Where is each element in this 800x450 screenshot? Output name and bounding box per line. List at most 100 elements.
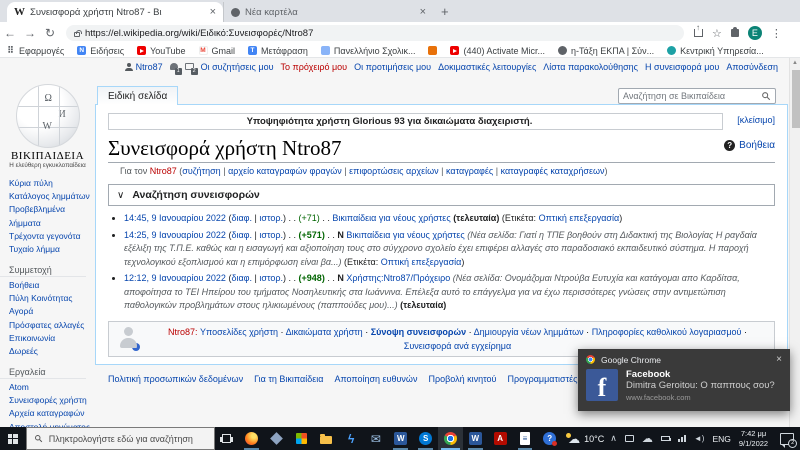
- sidebar-item-atom[interactable]: Atom: [9, 381, 95, 394]
- taskbar-word[interactable]: [388, 427, 413, 450]
- taskbar-word-2[interactable]: [463, 427, 488, 450]
- language-indicator[interactable]: ENG: [712, 434, 730, 444]
- site-notice-text[interactable]: Υποψηφιότητα χρήστη Glorious 93 για δικα…: [108, 113, 723, 130]
- wikipedia-wordmark[interactable]: ΒΙΚΙΠΑΙΔΕΙΑ: [0, 150, 95, 162]
- mobile-view-link[interactable]: Προβολή κινητού: [428, 374, 496, 384]
- battery-icon[interactable]: [661, 436, 670, 441]
- share-icon[interactable]: [694, 29, 703, 37]
- bookmark-eclass[interactable]: η-Τάξη ΕΚΠΑ | Σύν...: [558, 46, 654, 56]
- page-link[interactable]: Χρήστης:Ntro87/Πρόχειρο: [346, 273, 450, 283]
- scrollbar[interactable]: ▲: [789, 58, 800, 427]
- bookmark-translate[interactable]: TΜετάφραση: [248, 46, 308, 56]
- subpages-link[interactable]: Υποσελίδες χρήστη: [200, 327, 278, 337]
- back-icon[interactable]: ←: [0, 26, 20, 40]
- close-icon[interactable]: ×: [420, 6, 426, 18]
- taskbar-bolt-app[interactable]: ϟ: [339, 427, 364, 450]
- scroll-up-icon[interactable]: ▲: [790, 58, 800, 69]
- edit-summary-link[interactable]: Σύνοψη συνεισφορών: [371, 327, 466, 337]
- bookmark-school-network[interactable]: Πανελλήνιο Σχολικ...: [321, 46, 416, 56]
- developers-link[interactable]: Προγραμματιστές: [507, 374, 577, 384]
- volume-icon[interactable]: ◄): [694, 434, 705, 443]
- task-view-button[interactable]: [215, 427, 240, 450]
- tab-special-page[interactable]: Ειδική σελίδα: [97, 86, 178, 105]
- logout-link[interactable]: Αποσύνδεση: [726, 62, 778, 72]
- network-icon[interactable]: [678, 435, 686, 442]
- my-sandbox-link[interactable]: Το πρόχειρό μου: [281, 62, 348, 72]
- abuse-log-link[interactable]: καταγραφές καταχρήσεων: [501, 166, 605, 176]
- taskbar-mail[interactable]: ✉: [364, 427, 389, 450]
- logs-link[interactable]: καταγραφές: [446, 166, 493, 176]
- taskbar-weather[interactable]: ☁ 10°C: [562, 432, 610, 446]
- site-notice-close-link[interactable]: [κλείσιμο]: [737, 115, 775, 125]
- onedrive-icon[interactable]: ☁: [642, 432, 653, 445]
- taskbar-chrome[interactable]: [438, 427, 463, 450]
- reload-icon[interactable]: ↻: [40, 26, 60, 40]
- talk-link[interactable]: συζήτηση: [182, 166, 220, 176]
- preferences-link[interactable]: Οι προτιμήσεις μου: [354, 62, 431, 72]
- tab-new-tab[interactable]: Νέα καρτέλα ×: [223, 2, 433, 22]
- disclaimer-link[interactable]: Αποποίηση ευθυνών: [334, 374, 417, 384]
- bookmark-news[interactable]: NΕιδήσεις: [77, 46, 124, 56]
- bookmark-activate[interactable]: (440) Activate Micr...: [450, 46, 545, 56]
- tag-link[interactable]: Οπτική επεξεργασία: [539, 213, 620, 223]
- beta-features-link[interactable]: Δοκιμαστικές λειτουργίες: [438, 62, 536, 72]
- target-user-link[interactable]: Ntro87: [150, 166, 177, 176]
- wiki-search-input[interactable]: [623, 91, 757, 101]
- notifications-bell-button[interactable]: 1: [170, 62, 178, 72]
- user-page-link[interactable]: Ntro87: [125, 62, 163, 72]
- address-bar[interactable]: https://el.wikipedia.org/wiki/Ειδικό:Συν…: [66, 25, 684, 41]
- about-wikipedia-link[interactable]: Για τη Βικιπαίδεια: [254, 374, 323, 384]
- articles-created-link[interactable]: Δημιουργία νέων λημμάτων: [474, 327, 584, 337]
- sidebar-item-contents[interactable]: Κατάλογος λημμάτων: [9, 190, 95, 203]
- diff-link[interactable]: διαφ.: [231, 213, 252, 223]
- diff-link[interactable]: διαφ.: [231, 230, 252, 240]
- sidebar-item-agora[interactable]: Αγορά: [9, 305, 95, 318]
- bookmark-folder-icon-only[interactable]: [428, 46, 437, 55]
- browser-menu-icon[interactable]: ⋮: [771, 27, 782, 40]
- scrollbar-thumb[interactable]: [792, 70, 800, 128]
- page-link[interactable]: Βικιπαίδεια για νέους χρήστες: [346, 230, 464, 240]
- taskbar-file-explorer[interactable]: [314, 427, 339, 450]
- sidebar-item-help[interactable]: Βοήθεια: [9, 279, 95, 292]
- bookmark-gmail[interactable]: MGmail: [199, 46, 236, 56]
- tab-wikipedia[interactable]: W Συνεισφορά χρήστη Ntro87 - Βι ×: [7, 2, 223, 22]
- history-link[interactable]: ιστορ.: [259, 230, 283, 240]
- help-link[interactable]: Βοήθεια: [724, 140, 775, 151]
- taskbar-skype[interactable]: [413, 427, 438, 450]
- timestamp-link[interactable]: 14:45, 9 Ιανουαρίου 2022: [124, 213, 226, 223]
- taskbar-store[interactable]: [289, 427, 314, 450]
- sidebar-item-contact[interactable]: Επικοινωνία: [9, 332, 95, 345]
- forward-icon[interactable]: →: [20, 26, 40, 40]
- start-button[interactable]: [0, 427, 26, 450]
- taskbar-acrobat[interactable]: [488, 427, 513, 450]
- taskbar-firefox[interactable]: [239, 427, 264, 450]
- watchlist-link[interactable]: Λίστα παρακολούθησης: [543, 62, 638, 72]
- close-icon[interactable]: ×: [210, 6, 216, 18]
- bookmark-central-service[interactable]: Κεντρική Υπηρεσία...: [667, 46, 764, 56]
- sidebar-item-logs[interactable]: Αρχεία καταγραφών: [9, 407, 95, 420]
- bookmark-youtube[interactable]: YouTube: [137, 46, 185, 56]
- profile-avatar[interactable]: E: [748, 26, 762, 40]
- chrome-notification-toast[interactable]: Google Chrome × Facebook Dimitra Geroito…: [578, 349, 790, 411]
- notices-tray-button[interactable]: 2: [185, 62, 194, 72]
- wiki-search-box[interactable]: [618, 88, 776, 104]
- wikipedia-logo[interactable]: Ω И W: [16, 84, 80, 148]
- bookmark-star-icon[interactable]: ☆: [712, 27, 722, 40]
- diff-link[interactable]: διαφ.: [231, 273, 252, 283]
- taskbar-dropbox[interactable]: [264, 427, 289, 450]
- sidebar-item-donate[interactable]: Δωρεές: [9, 345, 95, 358]
- tablet-icon[interactable]: [625, 435, 634, 442]
- sidebar-item-featured[interactable]: Προβεβλημένα λήμματα: [9, 203, 95, 229]
- history-link[interactable]: ιστορ.: [259, 213, 283, 223]
- user-rights-link[interactable]: Δικαιώματα χρήστη: [286, 327, 363, 337]
- timestamp-link[interactable]: 12:12, 9 Ιανουαρίου 2022: [124, 273, 226, 283]
- history-link[interactable]: ιστορ.: [259, 273, 283, 283]
- new-tab-button[interactable]: +: [441, 4, 449, 19]
- sidebar-item-random[interactable]: Τυχαίο λήμμα: [9, 243, 95, 256]
- taskbar-help[interactable]: [537, 427, 562, 450]
- taskbar-search[interactable]: Πληκτρολογήστε εδώ για αναζήτηση: [26, 427, 215, 450]
- close-icon[interactable]: ×: [776, 354, 782, 365]
- page-link[interactable]: Βικιπαίδεια για νέους χρήστες: [332, 213, 450, 223]
- bookmark-apps[interactable]: ⠿Εφαρμογές: [6, 46, 64, 56]
- search-icon[interactable]: [761, 91, 771, 101]
